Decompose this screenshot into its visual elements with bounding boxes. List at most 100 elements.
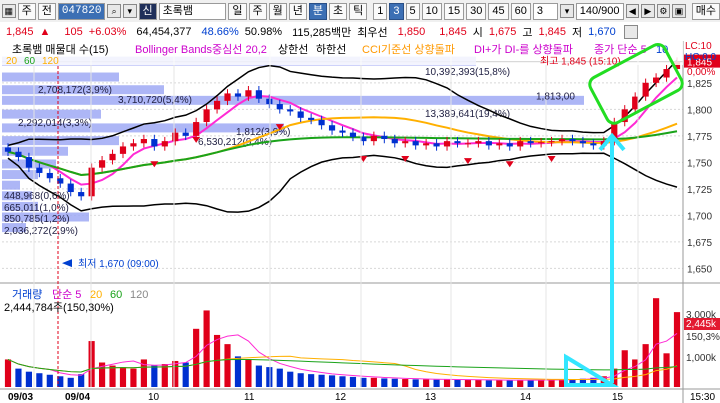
volume-bar — [464, 379, 472, 387]
chevron-down-icon[interactable]: ▾ — [560, 4, 574, 18]
legend-lower: 하한선 — [316, 42, 346, 56]
candle-body — [234, 93, 242, 97]
tab-period-초[interactable]: 초 — [329, 2, 348, 20]
prev-button[interactable]: 전 — [37, 2, 56, 20]
volume-bar — [339, 376, 346, 387]
volume-bar — [349, 376, 357, 387]
candle-body — [36, 167, 43, 173]
tab-period-주[interactable]: 주 — [248, 2, 267, 20]
low-price: 1,670 — [588, 25, 616, 38]
volume-bar — [454, 379, 461, 387]
candle-body — [193, 122, 200, 136]
candle-body — [328, 125, 336, 131]
tab-minute-3[interactable]: 3 — [389, 2, 404, 20]
time-tick-label: 10 — [148, 392, 160, 403]
candle-body — [506, 143, 513, 147]
volume-bar — [203, 310, 210, 387]
volume-bar — [423, 379, 430, 387]
open-price: 1,675 — [488, 25, 517, 38]
volume-bar — [632, 359, 639, 387]
candle-body — [569, 139, 576, 142]
candle-body — [88, 167, 95, 197]
profile-label: 850,785(1,2%) — [4, 214, 70, 225]
tab-minute-5[interactable]: 5 — [405, 2, 420, 20]
stock-code-input[interactable]: 047820 — [57, 2, 106, 20]
profile-bar — [2, 72, 119, 82]
priority-label: 최우선 — [357, 26, 388, 39]
scroll-left-icon[interactable]: ◀ — [625, 4, 640, 18]
page-counter: 140/900 — [575, 2, 624, 20]
candle-body — [663, 69, 670, 78]
pct-badge: 0,00% — [687, 67, 715, 78]
tab-period-월[interactable]: 월 — [268, 2, 287, 20]
settings-icon[interactable]: ⚙ — [656, 4, 671, 18]
volume-bar — [297, 373, 304, 387]
volume-bar — [224, 344, 231, 387]
tab-minute-15[interactable]: 15 — [443, 2, 465, 20]
candle-body — [391, 139, 398, 144]
stock-name-field[interactable]: 초록뱀 — [158, 2, 227, 20]
legend-cci: CCI기준선 상향돌파 — [362, 43, 455, 56]
period-dropdown[interactable]: 주 — [17, 2, 36, 20]
candle-body — [579, 141, 587, 144]
buy-button[interactable]: 매수 — [691, 2, 720, 20]
market-badge: 신 — [138, 2, 157, 20]
candle-body — [255, 90, 262, 99]
search-icon[interactable]: ⌕ — [107, 4, 121, 18]
candle-body — [266, 98, 273, 105]
candle-body — [454, 141, 461, 144]
chart-menu-icon[interactable]: ▦ — [2, 4, 16, 18]
legend-bollinger: Bollinger Bands중심선 20,2 — [135, 43, 267, 56]
candle-body — [590, 143, 597, 146]
trade-amount: 115,285백만 — [292, 26, 352, 39]
stock-chart[interactable]: 10,392,393(15,8%) 2,708,172(3,9%) 3,710,72… — [0, 41, 720, 403]
volume-ma-20: 20 — [90, 289, 102, 301]
tab-period-틱[interactable]: 틱 — [349, 2, 368, 20]
tab-minute-1[interactable]: 1 — [373, 2, 388, 20]
tab-minute-10[interactable]: 10 — [421, 2, 442, 20]
candle-body — [349, 132, 357, 137]
volume-bar — [266, 367, 273, 387]
volume-bar — [245, 359, 252, 387]
tab-period-일[interactable]: 일 — [228, 2, 247, 20]
quote-bar: 1,845 ▲ 105 +6.03% 64,454,377 48.66% 50.… — [0, 22, 720, 42]
candle-body — [98, 160, 106, 168]
profile-label: 10,392,393(15,8%) — [425, 67, 510, 78]
tab-period-년[interactable]: 년 — [288, 2, 307, 20]
dropdown-icon[interactable]: ▾ — [122, 4, 137, 18]
candle-body — [67, 183, 74, 193]
volume-bar — [412, 379, 419, 387]
high-label: 고 — [522, 26, 533, 39]
volume-tick-label: 150,3% — [686, 332, 720, 343]
volume-bar — [88, 341, 95, 387]
tab-minute-30[interactable]: 30 — [466, 2, 487, 20]
tab-period-분[interactable]: 분 — [308, 2, 327, 20]
candle-body — [172, 132, 179, 142]
tab-minute-60[interactable]: 60 — [510, 2, 531, 20]
candle-body — [423, 143, 430, 146]
scroll-right-icon[interactable]: ▶ — [641, 4, 655, 18]
volume-bar — [391, 378, 398, 387]
volume-value: 64,454,377 — [136, 25, 192, 38]
current-price: 1,845 — [6, 25, 34, 38]
candle-body — [182, 132, 189, 136]
candle-body — [276, 104, 283, 110]
minute-tabs: 1 3 5 10 15 30 45 60 — [371, 2, 531, 20]
profile-label: 3,710,720(5,4%) — [118, 95, 192, 106]
tab-minute-45[interactable]: 45 — [488, 2, 509, 20]
volume-bar — [328, 375, 336, 387]
price-tick-label: 1,825 — [687, 79, 712, 90]
count-select[interactable]: 3 — [532, 2, 559, 20]
volume-bar — [172, 360, 179, 387]
checkbox-icon[interactable] — [623, 24, 638, 39]
candle-body — [203, 109, 210, 123]
level-annotation: 1,813,00 — [536, 92, 575, 103]
volume-bar — [15, 368, 22, 387]
change-percent: +6.03% — [88, 25, 127, 38]
candle-body — [318, 119, 325, 126]
profile-label: 2,708,172(3,9%) — [38, 85, 112, 96]
volume-value-badge-text: 2,445k — [686, 319, 717, 330]
window-icon[interactable]: ▣ — [672, 4, 686, 18]
volume-bar — [538, 379, 545, 387]
volume-bar — [67, 377, 74, 387]
